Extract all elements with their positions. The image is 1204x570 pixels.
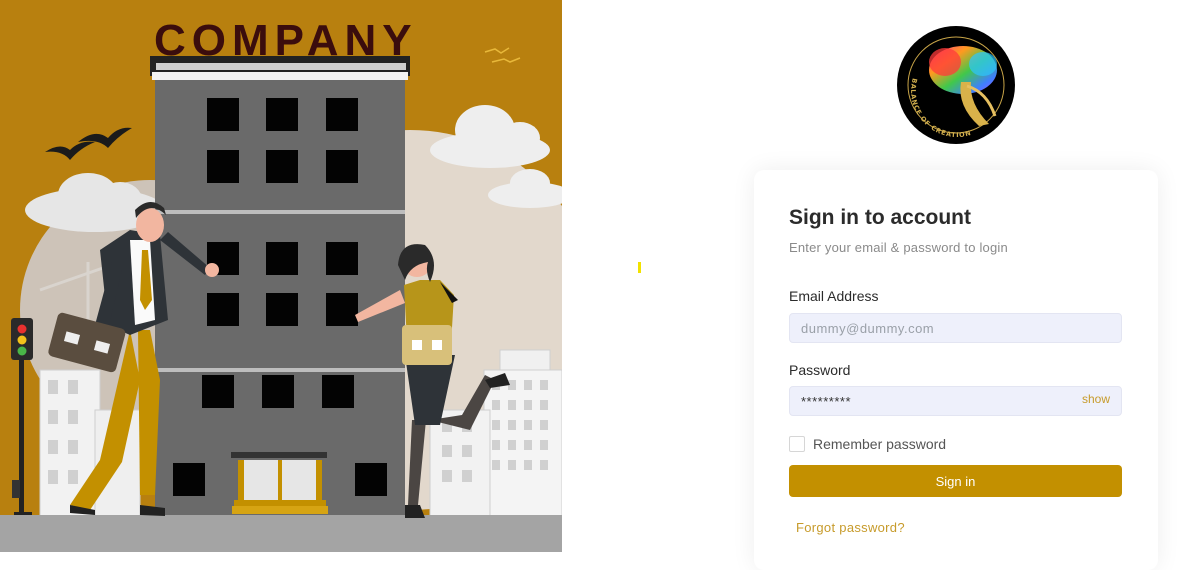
password-label: Password [789, 362, 851, 378]
password-field[interactable] [789, 386, 1122, 416]
remember-label: Remember password [813, 436, 947, 452]
forgot-password-link[interactable]: Forgot password? [796, 520, 905, 535]
company-sign: COMPANY [154, 16, 418, 65]
office-scene-illustration: COMPANY [0, 0, 562, 552]
email-label: Email Address [789, 288, 879, 304]
text-cursor-mark [638, 262, 641, 273]
tree-logo-icon: BALANCE OF CREATION [900, 29, 1012, 141]
brand-logo: BALANCE OF CREATION [897, 26, 1015, 144]
login-subtitle: Enter your email & password to login [789, 240, 1008, 255]
email-field[interactable] [789, 313, 1122, 343]
ground [0, 515, 562, 552]
login-card: Sign in to account Enter your email & pa… [754, 170, 1158, 570]
show-password-toggle[interactable]: show [1082, 392, 1110, 406]
company-building [150, 56, 410, 515]
login-title: Sign in to account [789, 206, 971, 229]
sign-in-button[interactable]: Sign in [789, 465, 1122, 497]
remember-checkbox[interactable] [789, 436, 805, 452]
remember-password-row[interactable]: Remember password [789, 436, 946, 452]
hero-illustration: COMPANY [0, 0, 562, 552]
